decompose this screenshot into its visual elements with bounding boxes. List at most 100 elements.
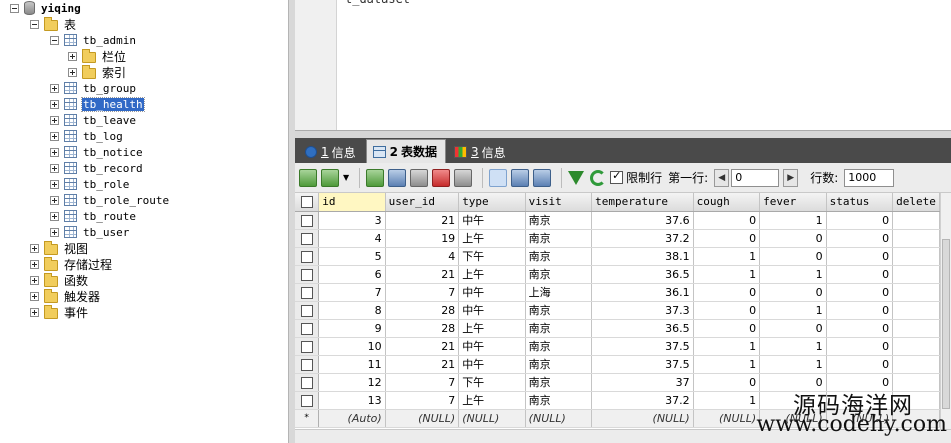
expand-icon[interactable] <box>30 291 39 301</box>
query-editor[interactable]: t_dataset <box>295 0 951 130</box>
table-row[interactable]: 11 21 中午 南京 37.5 1 1 0 <box>295 355 940 374</box>
grid-cell[interactable]: 13 <box>318 391 386 410</box>
table-name-selected[interactable]: tb_health <box>81 96 145 112</box>
tree-node-indexes-folder[interactable]: 索引 <box>68 64 127 80</box>
table-row[interactable]: 4 19 上午 南京 37.2 0 0 0 <box>295 229 940 248</box>
row-checkbox[interactable] <box>300 286 313 299</box>
expand-icon[interactable] <box>50 211 59 221</box>
row-select-cell[interactable] <box>295 355 320 374</box>
grid-cell[interactable]: 21 <box>385 337 460 356</box>
tree-node-table[interactable]: tb_notice <box>50 144 144 160</box>
insert-row-icon[interactable] <box>366 168 385 187</box>
tree-node-table[interactable]: tb_leave <box>50 112 137 128</box>
tab-table-data[interactable]: 2 表数据 <box>365 139 447 163</box>
expand-icon[interactable] <box>68 67 77 77</box>
row-checkbox[interactable] <box>300 304 313 317</box>
tab-info[interactable]: 3 信息 <box>448 141 514 163</box>
grid-cell[interactable]: 下午 <box>458 247 526 266</box>
grid-cell[interactable]: 37.3 <box>591 301 694 320</box>
table-name[interactable]: tb_role_route <box>82 194 170 207</box>
grid-cell[interactable]: 南京 <box>525 337 593 356</box>
grid-cell[interactable]: 1 <box>759 265 827 284</box>
grid-cell[interactable]: 36.5 <box>591 319 694 338</box>
grid-cell[interactable]: 上午 <box>458 229 526 248</box>
grid-cell[interactable]: 36.5 <box>591 265 694 284</box>
filter-icon[interactable] <box>568 170 585 185</box>
table-name[interactable]: tb_notice <box>82 146 144 159</box>
grid-cell[interactable]: 南京 <box>525 211 593 230</box>
grid-cell[interactable]: 0 <box>759 319 827 338</box>
grid-cell[interactable]: 上午 <box>458 391 526 410</box>
row-checkbox[interactable] <box>300 376 313 389</box>
tree-node-views-folder[interactable]: 视图 <box>30 240 89 256</box>
tree-node-table-selected[interactable]: tb_health <box>50 96 145 112</box>
grid-cell[interactable]: 28 <box>385 301 460 320</box>
grid-cell[interactable]: 11 <box>318 355 386 374</box>
previous-page-button[interactable]: ◀ <box>714 168 730 187</box>
grid-cell[interactable]: 38.1 <box>591 247 694 266</box>
column-header[interactable]: user_id <box>385 193 460 212</box>
grid-cell[interactable] <box>892 247 940 266</box>
expand-icon[interactable] <box>68 51 77 61</box>
row-select-cell[interactable] <box>295 319 320 338</box>
row-select-cell[interactable] <box>295 229 320 248</box>
tree-node-table[interactable]: tb_role_route <box>50 192 170 208</box>
tree-node-table[interactable]: tb_role <box>50 176 130 192</box>
text-view-icon[interactable] <box>533 168 552 187</box>
grid-cell[interactable]: 3 <box>318 211 386 230</box>
folder-label[interactable]: 函数 <box>63 272 89 289</box>
table-name[interactable]: tb_admin <box>82 34 137 47</box>
row-checkbox[interactable] <box>300 358 313 371</box>
grid-view-icon[interactable] <box>489 168 508 187</box>
grid-cell[interactable]: 4 <box>318 229 386 248</box>
tree-node-functions-folder[interactable]: 函数 <box>30 272 89 288</box>
tree-node-columns-folder[interactable]: 栏位 <box>68 48 127 64</box>
grid-cell[interactable]: 1 <box>759 355 827 374</box>
grid-cell[interactable]: 0 <box>826 283 894 302</box>
table-name[interactable]: tb_role <box>82 178 130 191</box>
grid-cell[interactable]: 0 <box>826 211 894 230</box>
row-checkbox[interactable] <box>300 322 313 335</box>
grid-cell[interactable]: 7 <box>385 391 460 410</box>
grid-cell[interactable]: 上午 <box>458 319 526 338</box>
expand-icon[interactable] <box>50 147 59 157</box>
grid-cell[interactable]: 1 <box>759 301 827 320</box>
grid-cell[interactable]: 36.1 <box>591 283 694 302</box>
tree-node-table[interactable]: tb_user <box>50 224 130 240</box>
grid-cell[interactable]: 南京 <box>525 373 593 392</box>
grid-cell[interactable]: 0 <box>693 319 761 338</box>
expand-icon[interactable] <box>50 83 59 93</box>
table-row[interactable]: 8 28 中午 南京 37.3 0 1 0 <box>295 301 940 320</box>
grid-cell[interactable]: 10 <box>318 337 386 356</box>
grid-cell[interactable]: 9 <box>318 319 386 338</box>
vertical-splitter[interactable] <box>288 0 295 443</box>
tree-node-procedures-folder[interactable]: 存储过程 <box>30 256 113 272</box>
column-header[interactable]: status <box>826 193 894 212</box>
table-name[interactable]: tb_route <box>82 210 137 223</box>
row-select-cell[interactable] <box>295 301 320 320</box>
expand-icon[interactable] <box>30 275 39 285</box>
table-row[interactable]: 5 4 下午 南京 38.1 1 0 0 <box>295 247 940 266</box>
column-header[interactable]: delete <box>892 193 940 212</box>
refresh-icon[interactable] <box>590 169 607 186</box>
save-icon[interactable] <box>410 168 429 187</box>
grid-cell[interactable]: 19 <box>385 229 460 248</box>
row-select-cell[interactable] <box>295 373 320 392</box>
grid-cell[interactable]: 南京 <box>525 247 593 266</box>
column-header[interactable]: type <box>458 193 526 212</box>
row-checkbox[interactable] <box>300 250 313 263</box>
grid-cell[interactable]: 0 <box>759 247 827 266</box>
grid-cell[interactable] <box>892 319 940 338</box>
grid-cell[interactable]: 中午 <box>458 301 526 320</box>
tree-node-table[interactable]: tb_admin <box>50 32 137 48</box>
table-row[interactable]: 6 21 上午 南京 36.5 1 1 0 <box>295 265 940 284</box>
column-header[interactable]: id <box>318 193 386 212</box>
grid-cell[interactable]: 上海 <box>525 283 593 302</box>
grid-cell[interactable]: 8 <box>318 301 386 320</box>
grid-cell[interactable]: 南京 <box>525 319 593 338</box>
grid-cell[interactable] <box>892 211 940 230</box>
grid-cell[interactable]: 0 <box>693 211 761 230</box>
expand-icon[interactable] <box>50 179 59 189</box>
cancel-changes-icon[interactable] <box>454 168 473 187</box>
column-header[interactable]: fever <box>759 193 827 212</box>
